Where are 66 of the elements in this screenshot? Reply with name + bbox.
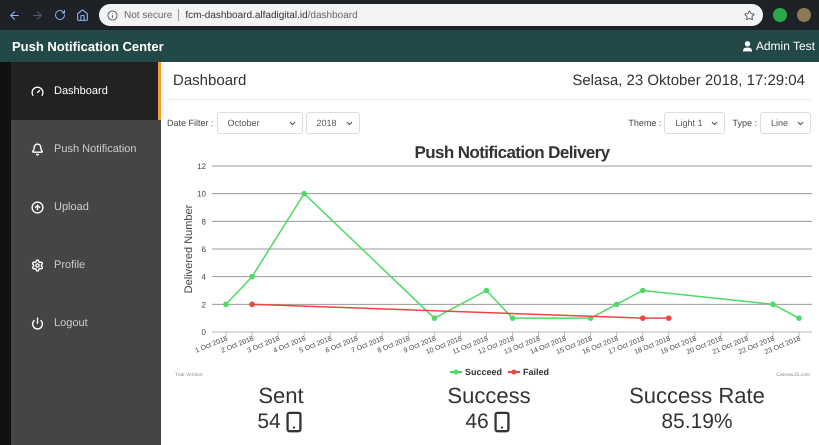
select-dropdown[interactable]: October — [216, 112, 303, 134]
settings-icon — [31, 258, 44, 272]
y-tick-label: 4 — [202, 272, 206, 282]
data-point — [770, 302, 776, 308]
y-tick-label: 10 — [197, 190, 206, 199]
y-tick-label: 0 — [202, 328, 206, 337]
home-icon[interactable] — [76, 8, 89, 22]
avatar-icon[interactable] — [797, 8, 811, 22]
date-time: Selasa, 23 Oktober 2018, 17:29:04 — [572, 72, 805, 89]
user-icon — [740, 40, 754, 52]
y-axis-title: Delivered Number — [183, 204, 195, 294]
bookmark-star-icon[interactable] — [744, 10, 755, 20]
y-tick-label: 2 — [202, 300, 206, 310]
data-point — [249, 302, 255, 308]
legend-label: Succeed — [465, 367, 502, 377]
bell-icon — [31, 142, 44, 156]
sidebar-item[interactable]: Dashboard — [11, 62, 161, 120]
stat-value: 54 — [257, 409, 281, 435]
stat-value: 46 — [465, 409, 489, 435]
data-point — [432, 315, 438, 321]
extension-icon[interactable] — [773, 8, 787, 22]
legend-marker — [508, 370, 520, 374]
stat-label: Success — [447, 383, 531, 409]
security-label: Not secure — [124, 10, 172, 20]
y-tick-label: 12 — [197, 162, 206, 171]
address-bar[interactable]: Not secure fcm-dashboard.alfadigital.id/dashboard — [99, 4, 763, 26]
data-point — [301, 190, 307, 196]
url-host: fcm-dashboard.alfadigital.id — [185, 10, 308, 20]
stat-value: 85.19% — [661, 409, 733, 435]
url-path: /dashboard — [308, 10, 358, 20]
stat-label: Sent — [258, 383, 304, 409]
filter-label: Type : — [732, 118, 757, 128]
app-title: Push Notification Center — [12, 38, 164, 54]
data-point — [796, 315, 802, 321]
data-point — [588, 315, 594, 321]
data-point — [640, 315, 646, 321]
data-point — [614, 302, 620, 308]
select-dropdown[interactable]: Light 1 — [664, 112, 726, 134]
filter-label: Theme : — [628, 118, 662, 128]
chart-title: Push Notification Delivery — [414, 143, 610, 162]
data-point — [510, 315, 516, 321]
sidebar-item[interactable]: Logout — [11, 294, 161, 352]
sidebar-item[interactable]: Push Notification — [11, 120, 161, 178]
y-tick-label: 8 — [202, 217, 206, 226]
data-point — [666, 315, 672, 321]
back-icon[interactable] — [8, 8, 21, 22]
stat-label: Success Rate — [629, 383, 765, 409]
gauge-icon — [31, 84, 44, 98]
page-title: Dashboard — [173, 72, 246, 89]
reload-icon[interactable] — [54, 9, 66, 21]
info-icon[interactable] — [107, 10, 118, 20]
data-point — [484, 288, 490, 294]
user-menu[interactable]: Admin Test — [740, 39, 815, 53]
data-point — [223, 302, 229, 308]
y-tick-label: 6 — [202, 245, 206, 254]
sidebar-item[interactable]: Profile — [11, 236, 161, 294]
select-dropdown[interactable]: 2018 — [306, 112, 360, 134]
data-point — [249, 274, 255, 280]
power-icon — [31, 316, 44, 330]
legend-marker — [450, 370, 462, 374]
sidebar-item[interactable]: Upload — [11, 178, 161, 236]
data-point — [640, 288, 646, 294]
filter-label: Date Filter : — [167, 118, 214, 128]
upload-icon — [31, 200, 44, 214]
legend-label: Failed — [523, 367, 550, 377]
select-dropdown[interactable]: Line — [760, 112, 811, 134]
